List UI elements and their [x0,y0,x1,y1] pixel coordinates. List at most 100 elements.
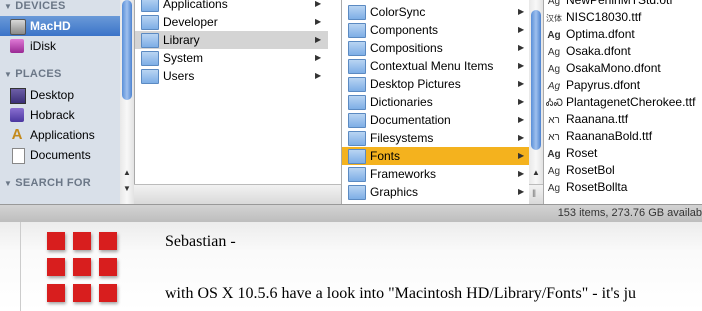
sidebar-item-hobrack[interactable]: Hobrack [0,105,120,125]
row-label: Papyrus.dfont [566,78,641,92]
column-resize-grip-icon[interactable]: ‖ [532,189,536,200]
scroll-thumb[interactable] [122,0,132,100]
disclosure-triangle-icon[interactable]: ▼ [4,70,12,79]
avatar-square [73,258,91,276]
scroll-down-arrow-icon[interactable]: ▼ [123,184,131,193]
row-label: RosetBol [566,163,615,177]
font-file-row[interactable]: Ag Papyrus.dfont [544,77,702,94]
sidebar-scrollbar[interactable]: ▲ ▼ [120,0,134,204]
column-row-contextual-menu-items[interactable]: Contextual Menu Items ▶ [342,57,530,75]
folder-icon [141,51,159,66]
disclosure-triangle-icon[interactable]: ▼ [4,179,12,188]
font-file-icon: ᎣᏍ [546,98,563,109]
disclosure-triangle-icon[interactable]: ▼ [4,2,12,11]
avatar-square [99,284,117,302]
column-row-colorsync[interactable]: ColorSync ▶ [342,3,530,21]
sidebar: ▼ DEVICES MacHD iDisk ▼ PLACES Desktop Hob… [0,0,120,204]
sidebar-item-machd[interactable]: MacHD [0,16,120,36]
font-file-row[interactable]: Ag Osaka.dfont [544,43,702,60]
font-file-row[interactable]: Ag Roset [544,145,702,162]
scroll-thumb[interactable] [531,10,541,150]
column-row-graphics[interactable]: Graphics ▶ [342,184,530,201]
font-file-icon: 汉体 [546,14,562,23]
chevron-right-icon: ▶ [518,43,525,52]
status-bar: 153 items, 273.76 GB availab [0,204,702,223]
font-file-icon: Ag [547,166,561,177]
row-label: ColorSync [370,5,426,19]
desktop-icon [10,88,26,104]
column-2-scrollbar[interactable]: ▲ ▼ [529,0,543,204]
column-row-components[interactable]: Components ▶ [342,21,530,39]
chevron-right-icon: ▶ [315,0,322,8]
sidebar-item-label: Documents [30,148,91,162]
font-file-row[interactable]: Ag RosetBollta [544,179,702,196]
folder-icon [348,95,366,110]
scroll-up-arrow-icon[interactable]: ▲ [532,168,540,177]
browser-column-3: Ag NewPeninMTStd.otf 汉体 NISC18030.ttf Ag Op… [543,0,702,204]
avatar-square [99,232,117,250]
column-row-system[interactable]: System ▶ [135,49,328,67]
finder-window: ▼ DEVICES MacHD iDisk ▼ PLACES Desktop Hob… [0,0,702,204]
font-file-row[interactable]: Ag OsakaMono.dfont [544,60,702,77]
chevron-right-icon: ▶ [518,169,525,178]
row-label: Fonts [370,149,401,163]
column-row-developer[interactable]: Developer ▶ [135,13,328,31]
column-row-fonts[interactable]: Fonts ▶ [342,147,530,165]
font-file-icon: רא [548,115,560,126]
idisk-icon [10,39,24,53]
folder-icon [348,77,366,92]
column-row-users[interactable]: Users ▶ [135,67,328,85]
font-file-row[interactable]: Ag NewPeninMTStd.otf [544,0,702,9]
column-row-filesystems[interactable]: Filesystems ▶ [342,129,530,147]
folder-icon [348,149,366,164]
row-label: Osaka.dfont [566,44,631,58]
row-label: Compositions [370,41,443,55]
status-text: 153 items, 273.76 GB availab [557,207,702,219]
chevron-right-icon: ▶ [518,133,525,142]
devices-header[interactable]: ▼ DEVICES [4,0,66,12]
font-file-row[interactable]: רא RaananaBold.ttf [544,128,702,145]
row-label: Applications [163,0,228,11]
chevron-right-icon: ▶ [315,53,322,62]
places-header[interactable]: ▼ PLACES [4,68,62,80]
chevron-right-icon: ▶ [518,151,525,160]
post-greeting: Sebastian - [165,233,236,250]
font-file-row[interactable]: Ag Optima.dfont [544,26,702,43]
font-file-row[interactable]: Ag RosetBol [544,162,702,179]
row-label: Documentation [370,113,451,127]
forum-post: Sebastian - with OS X 10.5.6 have a look… [0,222,702,311]
sidebar-item-applications[interactable]: A Applications [0,125,120,145]
sidebar-item-desktop[interactable]: Desktop [0,85,120,105]
column-row-frameworks[interactable]: Frameworks ▶ [342,165,530,183]
row-label: NISC18030.ttf [566,10,642,24]
sidebar-item-idisk[interactable]: iDisk [0,36,120,56]
hard-drive-icon [10,19,26,35]
font-file-row[interactable]: 汉体 NISC18030.ttf [544,9,702,26]
row-label: Components [370,23,439,37]
column-1-scroll-corner [327,184,341,204]
folder-icon [348,167,366,182]
search-for-header[interactable]: ▼ SEARCH FOR [4,177,91,189]
sidebar-item-label: Hobrack [30,108,75,122]
folder-icon [141,0,159,12]
sidebar-item-documents[interactable]: Documents [0,145,120,165]
column-row-applications[interactable]: Applications ▶ [135,0,328,13]
row-label: Dictionaries [370,95,433,109]
applications-icon: A [11,126,23,143]
column-1-resize-bar[interactable]: ‖ [134,184,341,204]
avatar-square [47,232,65,250]
column-row-desktop-pictures[interactable]: Desktop Pictures ▶ [342,75,530,93]
column-row-dictionaries[interactable]: Dictionaries ▶ [342,93,530,111]
font-file-icon: Ag [547,64,561,75]
folder-icon [141,33,159,48]
column-2-resize-bar[interactable]: ‖ [529,184,543,204]
font-file-row[interactable]: ᎣᏍ PlantagenetCherokee.ttf [544,94,702,111]
scroll-up-arrow-icon[interactable]: ▲ [123,168,131,177]
font-file-row[interactable]: רא Raanana.ttf [544,111,702,128]
folder-icon [348,59,366,74]
font-file-icon: Ag [547,183,561,194]
column-row-documentation[interactable]: Documentation ▶ [342,111,530,129]
row-label: Raanana.ttf [566,112,629,126]
column-row-library[interactable]: Library ▶ [135,31,328,49]
column-row-compositions[interactable]: Compositions ▶ [342,39,530,57]
